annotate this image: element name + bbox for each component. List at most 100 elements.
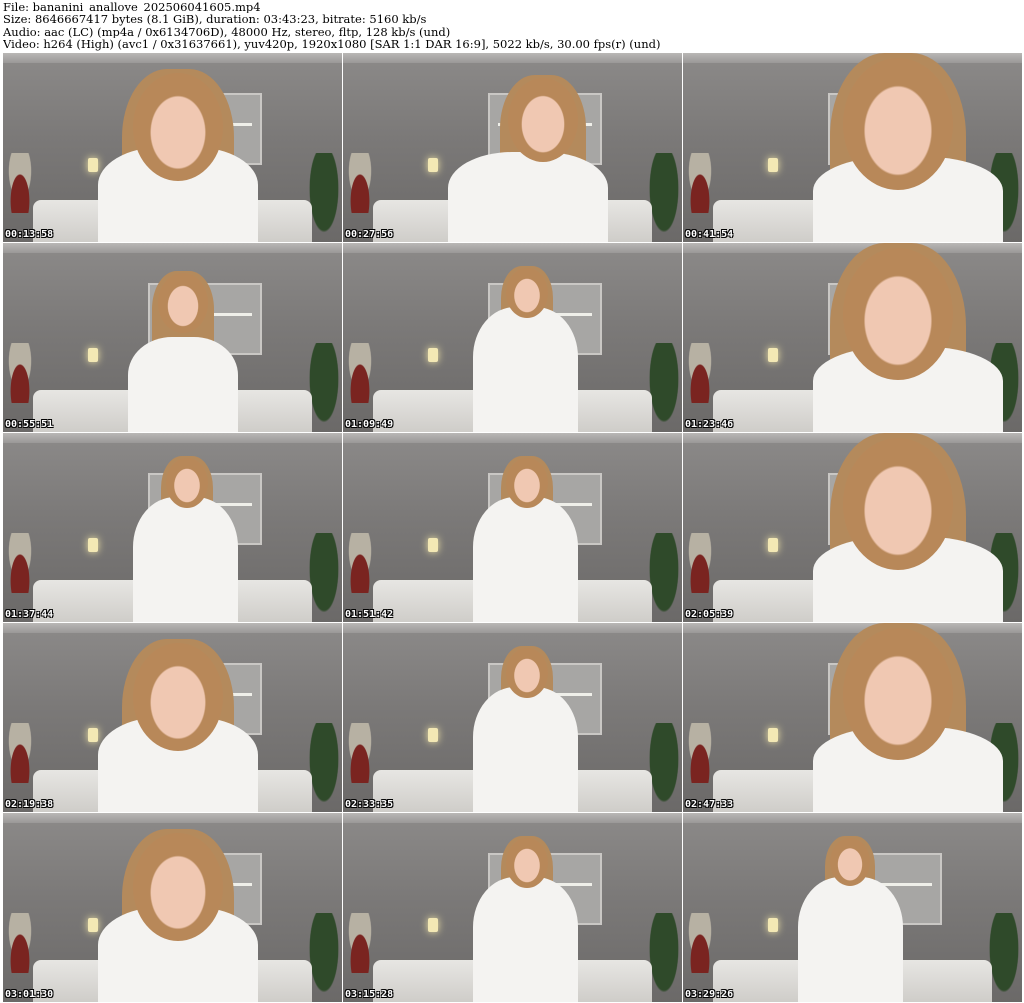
thumbnail-frame: 00:41:54 — [683, 53, 1022, 242]
person-face — [506, 458, 548, 509]
person-shirt — [448, 152, 608, 242]
scene-lamp — [428, 918, 438, 932]
timestamp-label: 02:47:33 — [685, 799, 734, 810]
thumbnail-frame: 00:27:56 — [343, 53, 682, 242]
person-shirt — [473, 497, 578, 622]
timestamp-label: 02:33:35 — [345, 799, 394, 810]
scene-plant-left — [3, 153, 37, 213]
scene-lamp — [88, 728, 98, 742]
scene-lamp — [428, 158, 438, 172]
thumbnail-grid: 00:13:58 00:27:56 00:41:54 00:55:51 01:09:49… — [3, 53, 1022, 1003]
scene-lamp — [768, 348, 778, 362]
scene-ceiling — [683, 813, 1022, 823]
thumbnail-frame: 02:19:38 — [3, 623, 342, 812]
scene-plant-left — [3, 723, 37, 783]
scene-ceiling — [343, 53, 682, 63]
scene-plant-left — [343, 913, 377, 973]
scene-plant-left — [3, 533, 37, 593]
person-shirt — [798, 877, 903, 1002]
person-shirt — [133, 497, 238, 622]
thumbnail-frame: 03:29:26 — [683, 813, 1022, 1002]
scene-lamp — [428, 728, 438, 742]
person-face — [133, 833, 223, 941]
scene-lamp — [88, 158, 98, 172]
scene-lamp — [88, 918, 98, 932]
thumbnail-frame: 00:13:58 — [3, 53, 342, 242]
timestamp-label: 03:15:28 — [345, 989, 394, 1000]
scene-ceiling — [683, 623, 1022, 633]
person-face — [843, 58, 953, 190]
thumbnail-frame: 01:09:49 — [343, 243, 682, 432]
timestamp-label: 01:23:46 — [685, 419, 734, 430]
scene-lamp — [428, 348, 438, 362]
timestamp-label: 01:09:49 — [345, 419, 394, 430]
person-face — [133, 73, 223, 181]
scene-plant-left — [3, 343, 37, 403]
timestamp-label: 00:55:51 — [5, 419, 54, 430]
scene-ceiling — [3, 813, 342, 823]
scene-ceiling — [3, 433, 342, 443]
scene-ceiling — [343, 243, 682, 253]
thumbnail-frame: 00:55:51 — [3, 243, 342, 432]
thumbnail-frame: 02:05:39 — [683, 433, 1022, 622]
scene-lamp — [428, 538, 438, 552]
timestamp-label: 01:37:44 — [5, 609, 54, 620]
scene-plant-left — [343, 343, 377, 403]
scene-plant-left — [343, 533, 377, 593]
scene-plant-left — [343, 153, 377, 213]
person-shirt — [473, 687, 578, 812]
person-shirt — [473, 877, 578, 1002]
person-face — [506, 648, 548, 699]
timestamp-label: 01:51:42 — [345, 609, 394, 620]
person-face — [843, 628, 953, 760]
scene-lamp — [768, 728, 778, 742]
scene-ceiling — [3, 53, 342, 63]
video-info-line: Video: h264 (High) (avc1 / 0x31637661), … — [3, 38, 661, 51]
person-face — [158, 273, 208, 333]
scene-lamp — [88, 348, 98, 362]
scene-plant-left — [3, 913, 37, 973]
thumbnail-frame: 03:01:30 — [3, 813, 342, 1002]
person-face — [133, 643, 223, 751]
person-face — [830, 838, 870, 886]
person-face — [843, 248, 953, 380]
size-duration-line: Size: 8646667417 bytes (8.1 GiB), durati… — [3, 13, 427, 26]
scene-ceiling — [3, 243, 342, 253]
scene-ceiling — [683, 433, 1022, 443]
thumbnail-frame: 02:47:33 — [683, 623, 1022, 812]
person-shirt — [473, 307, 578, 432]
scene-ceiling — [343, 623, 682, 633]
person-face — [843, 438, 953, 570]
thumbnail-frame: 01:51:42 — [343, 433, 682, 622]
person-face — [166, 458, 208, 509]
scene-ceiling — [343, 433, 682, 443]
person-face — [506, 838, 548, 889]
thumbnail-frame: 03:15:28 — [343, 813, 682, 1002]
thumbnail-frame: 01:23:46 — [683, 243, 1022, 432]
scene-plant-left — [683, 153, 717, 213]
timestamp-label: 02:19:38 — [5, 799, 54, 810]
scene-plant-left — [683, 343, 717, 403]
timestamp-label: 03:29:26 — [685, 989, 734, 1000]
scene-plant-left — [683, 533, 717, 593]
scene-lamp — [768, 918, 778, 932]
person-face — [508, 78, 578, 162]
scene-ceiling — [683, 53, 1022, 63]
scene-ceiling — [3, 623, 342, 633]
thumbnail-frame: 02:33:35 — [343, 623, 682, 812]
audio-info-line: Audio: aac (LC) (mp4a / 0x6134706D), 480… — [3, 25, 451, 39]
timestamp-label: 02:05:39 — [685, 609, 734, 620]
scene-plant-left — [683, 723, 717, 783]
scene-plant-left — [343, 723, 377, 783]
file-info-header: File: bananini_anallove_202506041605.mp4… — [3, 1, 1021, 51]
scene-lamp — [88, 538, 98, 552]
timestamp-label: 03:01:30 — [5, 989, 54, 1000]
scene-lamp — [768, 538, 778, 552]
person-shirt — [128, 337, 238, 432]
timestamp-label: 00:27:56 — [345, 229, 394, 240]
scene-plant-left — [683, 913, 717, 973]
thumbnail-frame: 01:37:44 — [3, 433, 342, 622]
timestamp-label: 00:41:54 — [685, 229, 734, 240]
person-face — [506, 268, 548, 319]
timestamp-label: 00:13:58 — [5, 229, 54, 240]
